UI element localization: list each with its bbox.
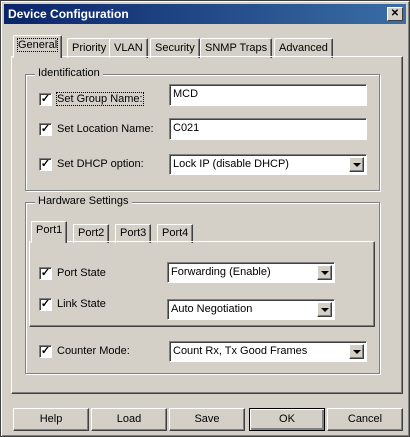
tab-advanced[interactable]: Advanced <box>274 38 333 58</box>
check-icon: ✓ <box>40 345 51 357</box>
cancel-button[interactable]: Cancel <box>327 408 403 431</box>
set-location-name-label: Set Location Name: <box>57 123 154 135</box>
identification-group-title: Identification <box>35 67 103 79</box>
check-icon: ✓ <box>40 267 51 279</box>
location-name-field[interactable]: C021 <box>169 118 367 140</box>
counter-mode-checkbox[interactable]: ✓ <box>39 345 52 358</box>
port-state-label: Port State <box>57 267 106 279</box>
link-state-value: Auto Negotiation <box>171 303 253 315</box>
chevron-down-icon[interactable] <box>317 265 332 280</box>
group-name-field[interactable]: MCD <box>169 84 367 106</box>
check-icon: ✓ <box>40 298 51 310</box>
save-button[interactable]: Save <box>169 408 245 431</box>
set-group-name-label: Set Group Name: <box>56 92 144 106</box>
chevron-down-icon[interactable] <box>317 302 332 317</box>
port-state-select[interactable]: Forwarding (Enable) <box>167 262 335 283</box>
port-state-value: Forwarding (Enable) <box>171 266 271 278</box>
set-dhcp-option-label: Set DHCP option: <box>57 158 144 170</box>
link-state-label: Link State <box>57 298 106 310</box>
check-icon: ✓ <box>40 93 51 105</box>
set-group-name-checkbox[interactable]: ✓ <box>39 93 52 106</box>
hardware-settings-group-title: Hardware Settings <box>35 195 132 207</box>
counter-mode-select[interactable]: Count Rx, Tx Good Frames <box>169 341 367 362</box>
help-button[interactable]: Help <box>13 408 89 431</box>
chevron-down-icon[interactable] <box>349 157 364 172</box>
close-icon: ✕ <box>390 8 400 19</box>
check-icon: ✓ <box>40 123 51 135</box>
counter-mode-label: Counter Mode: <box>57 345 130 357</box>
device-configuration-dialog: Device Configuration ✕ General Priority … <box>0 0 410 437</box>
window-title: Device Configuration <box>8 7 129 21</box>
counter-mode-value: Count Rx, Tx Good Frames <box>173 345 308 357</box>
dhcp-option-value: Lock IP (disable DHCP) <box>173 158 289 170</box>
port-state-checkbox[interactable]: ✓ <box>39 267 52 280</box>
link-state-select[interactable]: Auto Negotiation <box>167 299 335 320</box>
load-button[interactable]: Load <box>91 408 167 431</box>
tab-security[interactable]: Security <box>150 38 200 58</box>
set-location-name-checkbox[interactable]: ✓ <box>39 123 52 136</box>
ok-button[interactable]: OK <box>249 408 325 431</box>
link-state-checkbox[interactable]: ✓ <box>39 298 52 311</box>
chevron-down-icon[interactable] <box>349 344 364 359</box>
close-button[interactable]: ✕ <box>387 7 403 21</box>
title-bar[interactable]: Device Configuration ✕ <box>4 4 406 24</box>
tab-priority[interactable]: Priority <box>67 38 112 58</box>
check-icon: ✓ <box>40 158 51 170</box>
set-dhcp-option-checkbox[interactable]: ✓ <box>39 158 52 171</box>
tab-port1[interactable]: Port1 <box>31 221 68 243</box>
tab-general[interactable]: General <box>13 35 63 58</box>
dhcp-option-select[interactable]: Lock IP (disable DHCP) <box>169 154 367 175</box>
tab-vlan[interactable]: VLAN <box>109 38 148 58</box>
tab-snmp-traps[interactable]: SNMP Traps <box>200 38 273 58</box>
